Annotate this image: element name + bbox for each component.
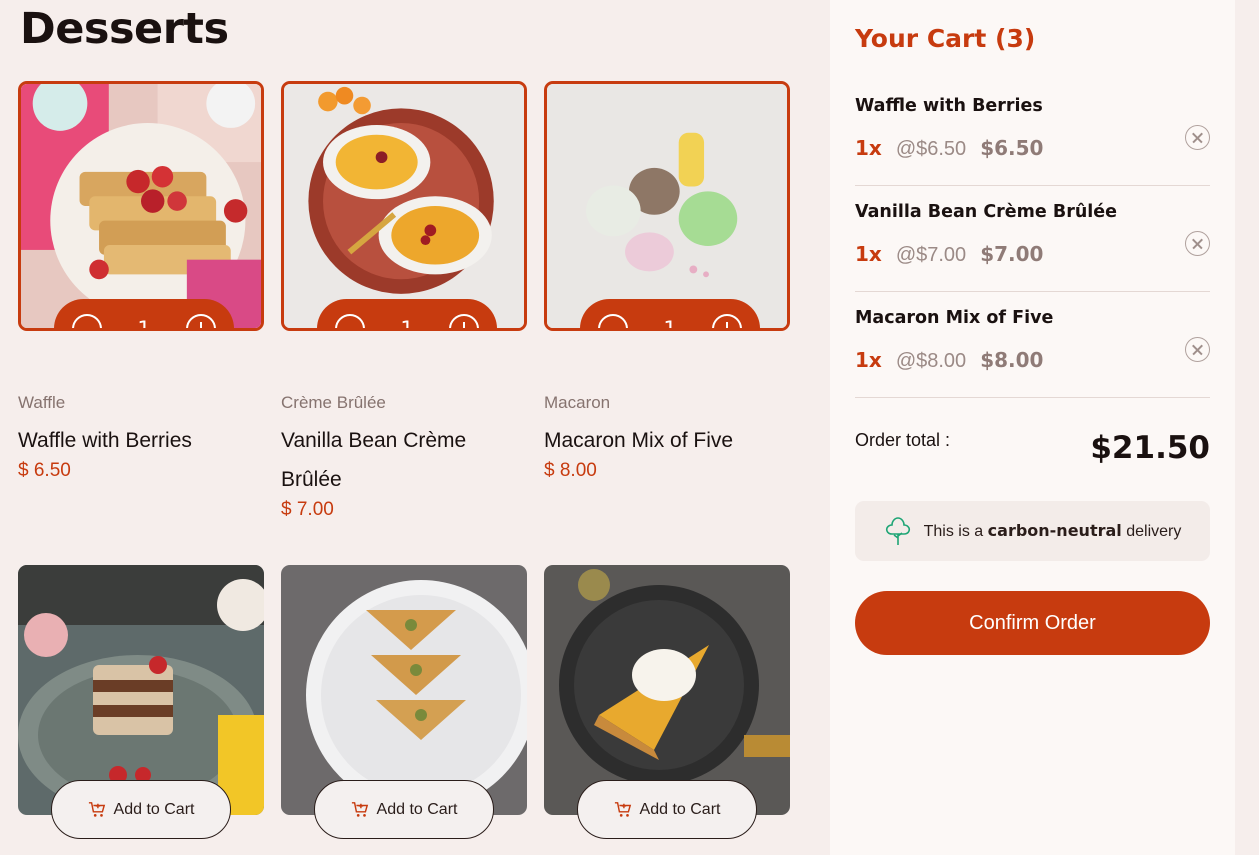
product-category: Macaron bbox=[544, 393, 611, 412]
product-card-macaron: 1 Macaron Macaron Mix of Five $ 8.00 bbox=[544, 81, 790, 482]
cart-title: Your Cart (3) bbox=[855, 24, 1036, 53]
product-category: Waffle bbox=[18, 393, 66, 412]
cart-panel: Your Cart (3) Waffle with Berries 1x @$6… bbox=[830, 0, 1235, 855]
product-image-macaron: 1 bbox=[544, 81, 790, 331]
add-to-cart-button[interactable]: Add to Cart bbox=[314, 780, 494, 839]
product-image-pie bbox=[544, 565, 790, 815]
quantity-control: 1 bbox=[580, 299, 760, 331]
product-card-creme-brulee: 1 Crème Brûlée Vanilla Bean Crème Brûlée… bbox=[281, 81, 527, 521]
product-image-creme-brulee: 1 bbox=[281, 81, 527, 331]
cart-item-quantity: 1x bbox=[855, 348, 882, 372]
cart-item: Vanilla Bean Crème Brûlée 1x @$7.00 $7.0… bbox=[855, 186, 1210, 292]
decrement-icon[interactable] bbox=[72, 313, 102, 328]
cart-item-quantity: 1x bbox=[855, 136, 882, 160]
remove-item-icon[interactable] bbox=[1185, 337, 1210, 362]
quantity-control: 1 bbox=[54, 299, 234, 331]
add-to-cart-button[interactable]: Add to Cart bbox=[577, 780, 757, 839]
carbon-neutral-tree-icon bbox=[885, 517, 910, 545]
cart-item-total: $8.00 bbox=[980, 348, 1044, 372]
cart-item-unit-price: @$6.50 bbox=[895, 138, 967, 160]
cart-item-unit-price: @$7.00 bbox=[895, 244, 967, 266]
cart-item-name: Vanilla Bean Crème Brûlée bbox=[855, 202, 1118, 222]
add-to-cart-label: Add to Cart bbox=[639, 800, 721, 818]
quantity-value: 1 bbox=[137, 316, 151, 331]
product-price: $ 6.50 bbox=[18, 460, 71, 481]
cart-item-quantity: 1x bbox=[855, 242, 882, 266]
add-to-cart-button[interactable]: Add to Cart bbox=[51, 780, 231, 839]
add-to-cart-icon bbox=[614, 801, 631, 817]
product-price: $ 7.00 bbox=[281, 499, 334, 520]
page-title: Desserts bbox=[20, 4, 229, 54]
add-to-cart-icon bbox=[351, 801, 368, 817]
increment-icon[interactable] bbox=[712, 313, 742, 328]
order-total-value: $21.50 bbox=[1090, 430, 1210, 466]
product-image-baklava bbox=[281, 565, 527, 815]
remove-item-icon[interactable] bbox=[1185, 231, 1210, 256]
cart-item-total: $7.00 bbox=[980, 242, 1044, 266]
decrement-icon[interactable] bbox=[598, 313, 628, 328]
quantity-control: 1 bbox=[317, 299, 497, 331]
decrement-icon[interactable] bbox=[335, 313, 365, 328]
product-card-waffle: 1 Waffle Waffle with Berries $ 6.50 bbox=[18, 81, 264, 482]
cart-item-unit-price: @$8.00 bbox=[895, 350, 967, 372]
product-card-tiramisu: Add to Cart bbox=[18, 565, 264, 839]
increment-icon[interactable] bbox=[186, 313, 216, 328]
confirm-order-button[interactable]: Confirm Order bbox=[855, 591, 1210, 655]
product-card-pie: Add to Cart bbox=[544, 565, 790, 839]
product-name: Macaron Mix of Five bbox=[544, 429, 734, 452]
increment-icon[interactable] bbox=[449, 313, 479, 328]
add-to-cart-label: Add to Cart bbox=[113, 800, 195, 818]
add-to-cart-label: Add to Cart bbox=[376, 800, 458, 818]
order-total-label: Order total : bbox=[855, 430, 951, 450]
remove-item-icon[interactable] bbox=[1185, 125, 1210, 150]
product-price: $ 8.00 bbox=[544, 460, 597, 481]
quantity-value: 1 bbox=[400, 316, 414, 331]
carbon-neutral-text: This is a carbon-neutral delivery bbox=[923, 521, 1182, 540]
cart-item-total: $6.50 bbox=[980, 136, 1044, 160]
cart-item-name: Waffle with Berries bbox=[855, 96, 1043, 116]
product-name: Waffle with Berries bbox=[18, 429, 192, 452]
carbon-neutral-notice: This is a carbon-neutral delivery bbox=[855, 501, 1210, 561]
product-name: Vanilla Bean Crème Brûlée bbox=[281, 429, 467, 491]
product-card-baklava: Add to Cart bbox=[281, 565, 527, 839]
product-image-waffle: 1 bbox=[18, 81, 264, 331]
product-image-tiramisu bbox=[18, 565, 264, 815]
quantity-value: 1 bbox=[663, 316, 677, 331]
product-category: Crème Brûlée bbox=[281, 393, 386, 412]
cart-item: Macaron Mix of Five 1x @$8.00 $8.00 bbox=[855, 292, 1210, 398]
cart-item: Waffle with Berries 1x @$6.50 $6.50 bbox=[855, 80, 1210, 186]
cart-item-name: Macaron Mix of Five bbox=[855, 308, 1054, 328]
add-to-cart-icon bbox=[88, 801, 105, 817]
